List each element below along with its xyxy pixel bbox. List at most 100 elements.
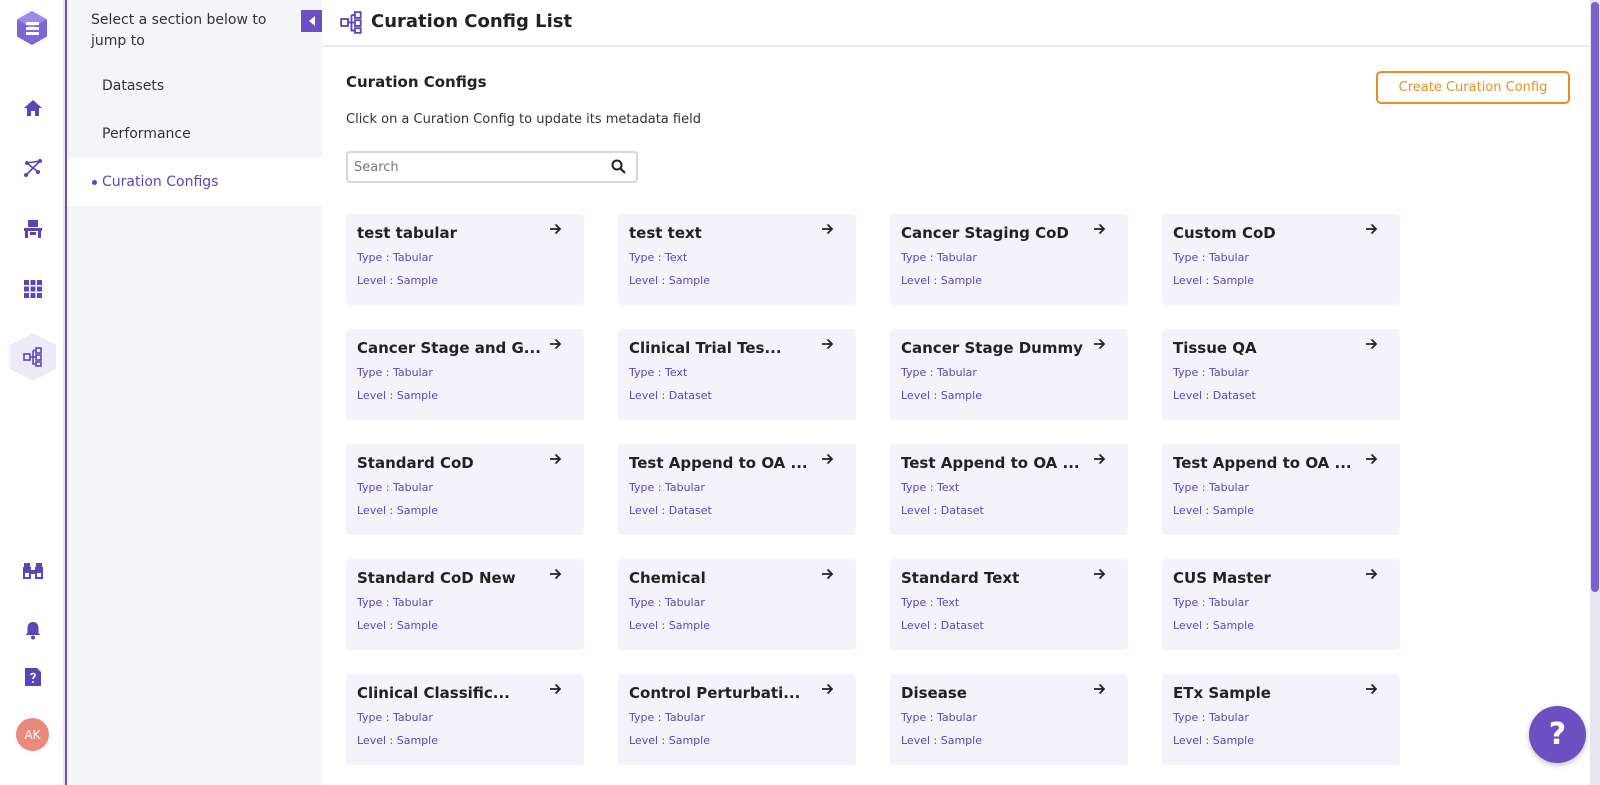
card-title: ETx Sample (1173, 684, 1271, 702)
section-nav-hint: Select a section below to jump to (91, 12, 267, 49)
search-icon[interactable] (611, 159, 626, 174)
card-type: Type : Text (629, 366, 688, 379)
card-level: Level : Sample (357, 274, 438, 287)
home-icon[interactable] (20, 95, 46, 121)
curation-config-card[interactable]: Tissue QA Type : Tabular Level : Dataset (1162, 329, 1400, 420)
curation-config-card[interactable]: Cancer Staging CoD Type : Tabular Level : … (890, 214, 1128, 305)
scrollbar[interactable] (1590, 0, 1600, 785)
page-title: Curation Config List (371, 11, 573, 32)
help-button[interactable]: ? (1529, 706, 1586, 763)
arrow-right-icon (550, 338, 562, 350)
card-type: Type : Tabular (901, 251, 977, 264)
arrow-right-icon (1366, 223, 1378, 235)
curation-config-card[interactable]: CUS Master Type : Tabular Level : Sample (1162, 559, 1400, 650)
card-type: Type : Tabular (901, 711, 977, 724)
card-title: Clinical Trial Tes... (629, 339, 782, 357)
user-avatar[interactable]: AK (16, 718, 49, 751)
arrow-right-icon (1094, 568, 1106, 580)
curation-config-card[interactable]: Custom CoD Type : Tabular Level : Sample (1162, 214, 1400, 305)
binoculars-icon[interactable] (20, 558, 46, 584)
curation-config-card[interactable]: Test Append to OA ... Type : Tabular Level… (1162, 444, 1400, 535)
graph-nodes-icon[interactable] (20, 155, 46, 181)
section-nav-item-label: Curation Configs (102, 174, 219, 190)
curation-config-card[interactable]: Clinical Classific... Type : Tabular Level… (346, 674, 584, 765)
card-type: Type : Tabular (629, 596, 705, 609)
card-type: Type : Tabular (1173, 251, 1249, 264)
arrow-right-icon (550, 223, 562, 235)
arrow-right-icon (1366, 683, 1378, 695)
apps-grid-icon[interactable] (20, 276, 46, 302)
card-title: Test Append to OA ... (1173, 454, 1352, 472)
create-curation-config-button[interactable]: Create Curation Config (1376, 71, 1570, 104)
card-level: Level : Dataset (1173, 389, 1256, 402)
card-type: Type : Text (629, 251, 688, 264)
page-header: Curation Config List (322, 0, 1590, 47)
card-type: Type : Tabular (357, 481, 433, 494)
arrow-right-icon (1366, 568, 1378, 580)
arrow-right-icon (1094, 338, 1106, 350)
card-title: Standard CoD (357, 454, 474, 472)
curation-config-grid: test tabular Type : Tabular Level : Sample… (346, 214, 1406, 765)
help-doc-icon[interactable] (20, 664, 46, 690)
card-type: Type : Tabular (1173, 481, 1249, 494)
card-type: Type : Tabular (357, 596, 433, 609)
card-title: Standard CoD New (357, 569, 516, 587)
curation-config-card[interactable]: Disease Type : Tabular Level : Sample (890, 674, 1128, 765)
section-nav-item-datasets[interactable]: Datasets (67, 62, 322, 110)
curation-config-card[interactable]: Cancer Stage and G... Type : Tabular Level… (346, 329, 584, 420)
section-subtitle: Click on a Curation Config to update its… (346, 112, 701, 127)
curation-config-card[interactable]: test tabular Type : Tabular Level : Sample (346, 214, 584, 305)
card-type: Type : Tabular (357, 366, 433, 379)
card-level: Level : Dataset (629, 504, 712, 517)
curation-config-card[interactable]: Cancer Stage Dummy Type : Tabular Level : … (890, 329, 1128, 420)
card-title: Tissue QA (1173, 339, 1257, 357)
search-box (346, 151, 638, 183)
curation-config-icon[interactable] (10, 333, 56, 381)
card-title: test text (629, 224, 702, 242)
section-nav-item-curation-configs[interactable]: Curation Configs (67, 158, 322, 206)
curation-config-icon (340, 11, 362, 34)
card-title: test tabular (357, 224, 458, 242)
card-type: Type : Tabular (357, 251, 433, 264)
curation-config-card[interactable]: Standard CoD Type : Tabular Level : Sample (346, 444, 584, 535)
card-type: Type : Text (901, 596, 960, 609)
scrollbar-thumb[interactable] (1591, 2, 1599, 592)
section-nav-item-performance[interactable]: Performance (67, 110, 322, 158)
section-nav: Select a section below to jump to Datase… (67, 0, 322, 785)
card-level: Level : Sample (901, 274, 982, 287)
curation-config-card[interactable]: Standard CoD New Type : Tabular Level : Sa… (346, 559, 584, 650)
arrow-right-icon (822, 338, 834, 350)
arrow-right-icon (550, 568, 562, 580)
curation-config-card[interactable]: ETx Sample Type : Tabular Level : Sample (1162, 674, 1400, 765)
search-input[interactable] (354, 157, 594, 177)
collapse-button[interactable] (301, 10, 322, 32)
arrow-right-icon (1094, 683, 1106, 695)
left-rail: AK (0, 0, 65, 785)
card-type: Type : Tabular (1173, 711, 1249, 724)
main-content: Curation Config List Curation Configs Cl… (322, 0, 1590, 785)
curation-config-card[interactable]: Chemical Type : Tabular Level : Sample (618, 559, 856, 650)
curation-config-card[interactable]: Control Perturbati... Type : Tabular Level… (618, 674, 856, 765)
arrow-right-icon (550, 683, 562, 695)
bell-icon[interactable] (20, 617, 46, 643)
arrow-right-icon (550, 453, 562, 465)
card-type: Type : Text (901, 481, 960, 494)
app-logo[interactable] (17, 11, 47, 45)
card-title: Custom CoD (1173, 224, 1276, 242)
curation-config-card[interactable]: Clinical Trial Tes... Type : Text Level : … (618, 329, 856, 420)
card-level: Level : Dataset (901, 619, 984, 632)
arrow-right-icon (1094, 453, 1106, 465)
workbench-icon[interactable] (20, 216, 46, 242)
curation-config-card[interactable]: Standard Text Type : Text Level : Dataset (890, 559, 1128, 650)
arrow-right-icon (822, 683, 834, 695)
arrow-right-icon (822, 223, 834, 235)
curation-config-card[interactable]: Test Append to OA ... Type : Tabular Level… (618, 444, 856, 535)
curation-config-card[interactable]: test text Type : Text Level : Sample (618, 214, 856, 305)
card-title: Cancer Stage Dummy (901, 339, 1083, 357)
card-type: Type : Tabular (1173, 366, 1249, 379)
card-level: Level : Sample (629, 274, 710, 287)
curation-config-card[interactable]: Test Append to OA ... Type : Text Level : … (890, 444, 1128, 535)
card-level: Level : Sample (1173, 734, 1254, 747)
arrow-right-icon (1094, 223, 1106, 235)
card-level: Level : Sample (1173, 619, 1254, 632)
